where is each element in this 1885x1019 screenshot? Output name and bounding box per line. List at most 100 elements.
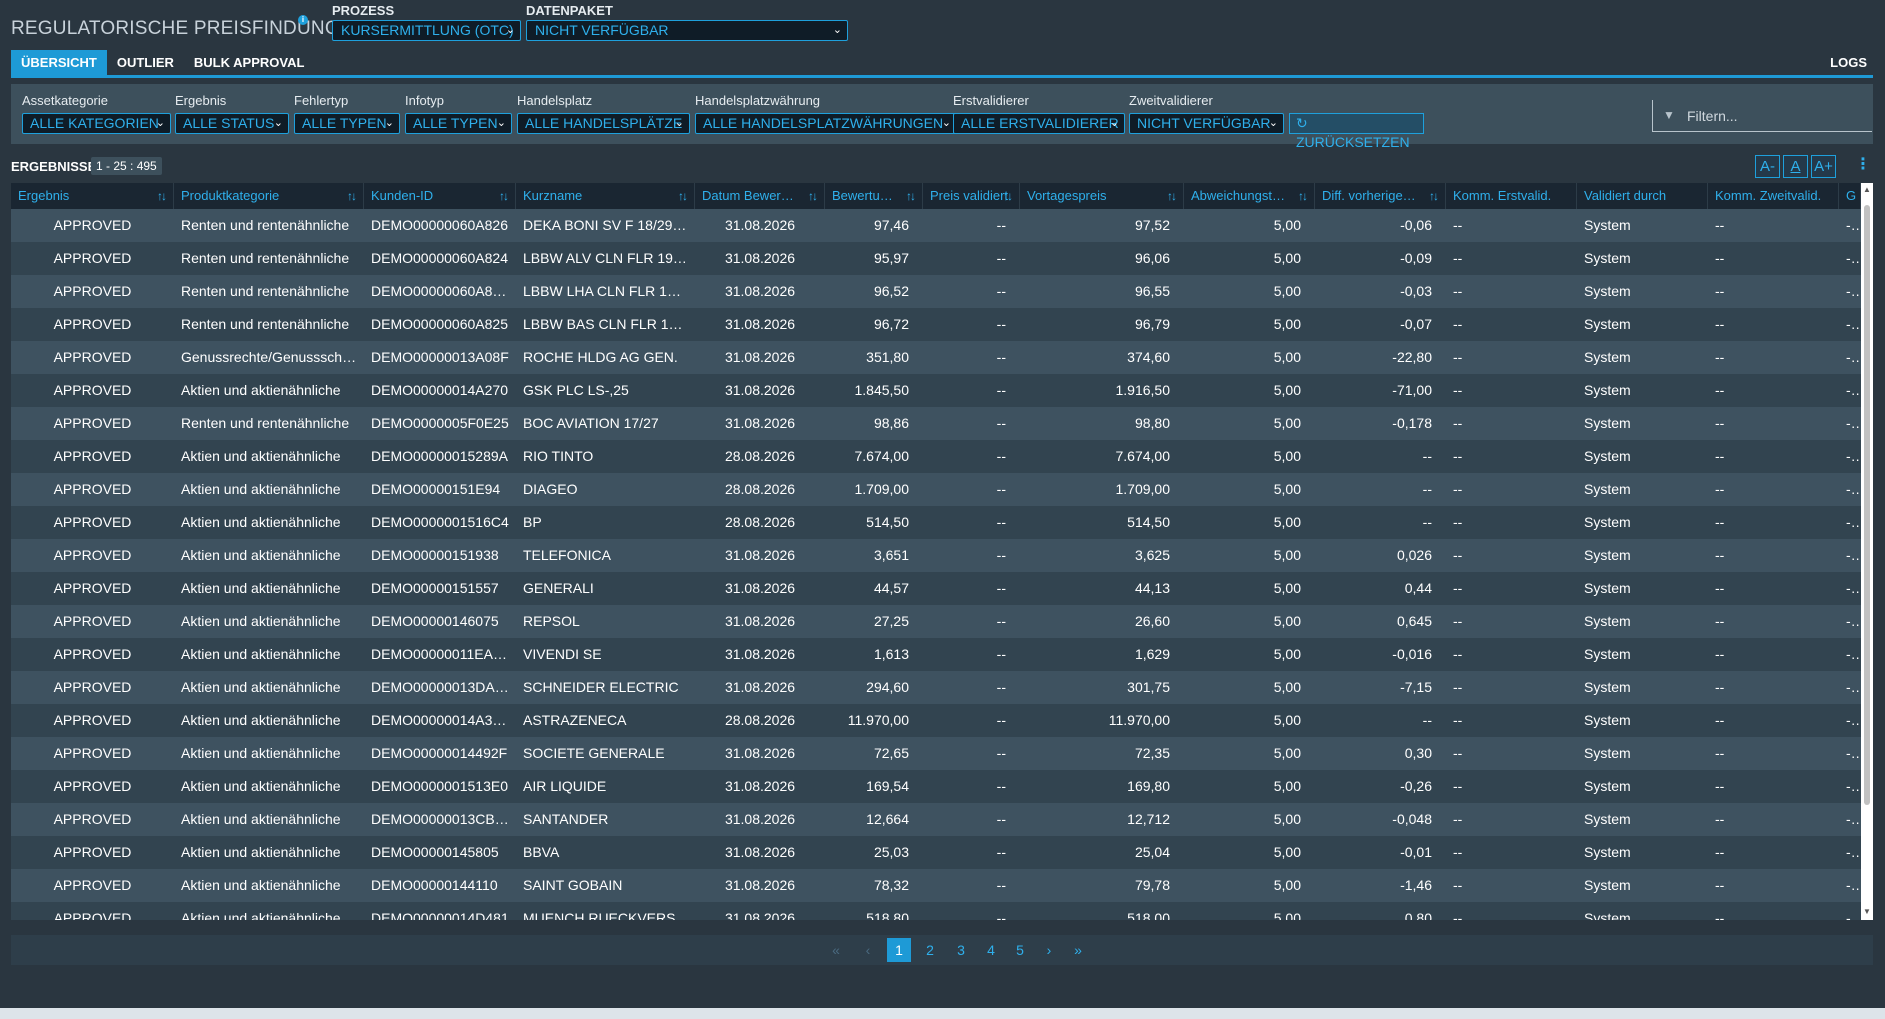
table-row[interactable]: APPROVED Genussrechte/Genusssch… DEMO00000… (11, 341, 1861, 374)
filter-zweitvalidierer-select[interactable]: NICHT VERFÜGBAR ⌄ (1129, 113, 1284, 134)
sort-icon[interactable]: ↑↓ (499, 183, 509, 209)
sort-icon[interactable]: ↑↓ (1429, 183, 1439, 209)
reset-button[interactable]: ↻ ZURÜCKSETZEN (1289, 113, 1424, 150)
vertical-scroll-thumb[interactable] (1864, 205, 1870, 805)
font-decrease-button[interactable]: A- (1755, 155, 1780, 178)
table-cell: Aktien und aktienähnliche (181, 877, 341, 893)
prev-page-button[interactable]: ‹ (856, 938, 880, 962)
last-page-button[interactable]: » (1066, 938, 1090, 962)
tab-uebersicht[interactable]: ÜBERSICHT (11, 50, 107, 75)
scroll-down-icon[interactable]: ▼ (1863, 907, 1871, 916)
logs-link[interactable]: LOGS (1830, 55, 1867, 70)
vertical-scrollbar[interactable]: ▲ ▼ (1861, 183, 1873, 920)
page-1-button[interactable]: 1 (887, 938, 911, 962)
scroll-up-icon[interactable]: ▲ (1863, 185, 1871, 194)
column-header[interactable]: Datum Bewer… ↑↓ (695, 183, 825, 209)
filter-infotyp-select[interactable]: ALLE TYPEN ⌄ (405, 113, 512, 134)
table-row[interactable]: APPROVED Aktien und aktienähnliche DEMO000… (11, 473, 1861, 506)
column-header[interactable]: Komm. Erstvalid. (1446, 183, 1577, 209)
table-row[interactable]: APPROVED Renten und rentenähnliche DEMO000… (11, 308, 1861, 341)
table-cell: -- (1715, 448, 1725, 464)
column-header-label: Diff. vorherige… (1322, 188, 1416, 203)
column-header[interactable]: Kunden-ID ↑↓ (364, 183, 516, 209)
column-header[interactable]: Produktkategorie ↑↓ (174, 183, 364, 209)
table-row[interactable]: APPROVED Renten und rentenähnliche DEMO000… (11, 242, 1861, 275)
table-cell: -- (1422, 481, 1432, 497)
page-4-button[interactable]: 4 (979, 938, 1003, 962)
table-row[interactable]: APPROVED Aktien und aktienähnliche DEMO000… (11, 803, 1861, 836)
column-header[interactable]: Preis validiert ↑↓ (923, 183, 1020, 209)
table-row[interactable]: APPROVED Aktien und aktienähnliche DEMO000… (11, 605, 1861, 638)
reset-label: ZURÜCKSETZEN (1296, 134, 1410, 150)
next-page-button[interactable]: › (1037, 938, 1061, 962)
tab-outlier[interactable]: OUTLIER (107, 50, 184, 75)
table-cell: 25,04 (1134, 844, 1170, 860)
sort-icon[interactable]: ↑↓ (1167, 183, 1177, 209)
table-cell: DEMO00000151E94 (371, 481, 501, 497)
column-header[interactable]: Kurzname ↑↓ (516, 183, 695, 209)
table-cell: 25,03 (873, 844, 909, 860)
kebab-menu-icon[interactable]: ⋮ (1855, 154, 1871, 174)
filter-value: ALLE TYPEN (302, 115, 387, 131)
table-row[interactable]: APPROVED Aktien und aktienähnliche DEMO000… (11, 704, 1861, 737)
table-cell: -- (996, 316, 1006, 332)
column-header[interactable]: Abweichungst… ↑↓ (1184, 183, 1315, 209)
first-page-button[interactable]: « (824, 938, 848, 962)
column-header[interactable]: Ergebnis ↑↓ (11, 183, 174, 209)
column-header-label: G (1846, 188, 1857, 203)
table-filter-input[interactable]: Filtern... (1652, 100, 1872, 132)
table-cell: System (1584, 547, 1631, 563)
filter-erstvalidierer-select[interactable]: ALLE ERSTVALIDIERER ⌄ (953, 113, 1125, 134)
table-cell: -- (1715, 283, 1725, 299)
column-header[interactable]: Bewertu… ↑↓ (825, 183, 923, 209)
sort-icon[interactable]: ↑↓ (808, 183, 818, 209)
sort-icon[interactable]: ↑↓ (678, 183, 688, 209)
table-row[interactable]: APPROVED Aktien und aktienähnliche DEMO000… (11, 770, 1861, 803)
table-cell: -- (1715, 613, 1725, 629)
table-row[interactable]: APPROVED Aktien und aktienähnliche DEMO000… (11, 374, 1861, 407)
sort-icon[interactable]: ↑↓ (906, 183, 916, 209)
filter-handelsplatzwaehrung-select[interactable]: ALLE HANDELSPLATZWÄHRUNGEN ⌄ (695, 113, 957, 134)
table-row[interactable]: APPROVED Aktien und aktienähnliche DEMO000… (11, 869, 1861, 902)
page-3-button[interactable]: 3 (949, 938, 973, 962)
font-increase-button[interactable]: A+ (1811, 155, 1836, 178)
sort-icon[interactable]: ↑↓ (157, 183, 167, 209)
page-2-button[interactable]: 2 (918, 938, 942, 962)
table-cell: APPROVED (53, 349, 132, 365)
table-row[interactable]: APPROVED Aktien und aktienähnliche DEMO000… (11, 902, 1861, 920)
filter-fehlertyp-select[interactable]: ALLE TYPEN ⌄ (294, 113, 400, 134)
table-cell: -- (1846, 877, 1856, 893)
prozess-select[interactable]: KURSERMITTLUNG (OTC) ⌄ (332, 20, 521, 41)
filter-ergebnis-select[interactable]: ALLE STATUS ⌄ (175, 113, 289, 134)
table-row[interactable]: APPROVED Aktien und aktienähnliche DEMO000… (11, 539, 1861, 572)
table-row[interactable]: APPROVED Aktien und aktienähnliche DEMO000… (11, 671, 1861, 704)
table-row[interactable]: APPROVED Renten und rentenähnliche DEMO000… (11, 275, 1861, 308)
table-row[interactable]: APPROVED Aktien und aktienähnliche DEMO000… (11, 506, 1861, 539)
table-row[interactable]: APPROVED Aktien und aktienähnliche DEMO000… (11, 737, 1861, 770)
page-5-button[interactable]: 5 (1008, 938, 1032, 962)
column-header[interactable]: Komm. Zweitvalid. (1708, 183, 1839, 209)
filter-assetkategorie-select[interactable]: ALLE KATEGORIEN ⌄ (22, 113, 171, 134)
sort-icon[interactable]: ↑↓ (347, 183, 357, 209)
table-row[interactable]: APPROVED Aktien und aktienähnliche DEMO000… (11, 638, 1861, 671)
table-row[interactable]: APPROVED Renten und rentenähnliche DEMO000… (11, 407, 1861, 440)
table-row[interactable]: APPROVED Aktien und aktienähnliche DEMO000… (11, 572, 1861, 605)
sort-icon[interactable]: ↑↓ (1003, 183, 1013, 209)
table-cell: -- (1846, 811, 1856, 827)
datenpaket-select[interactable]: NICHT VERFÜGBAR ⌄ (526, 20, 848, 41)
column-header[interactable]: Vortagespreis ↑↓ (1020, 183, 1184, 209)
table-row[interactable]: APPROVED Aktien und aktienähnliche DEMO000… (11, 440, 1861, 473)
filter-handelsplatz-select[interactable]: ALLE HANDELSPLÄTZE ⌄ (517, 113, 690, 134)
sort-icon[interactable]: ↑↓ (1298, 183, 1308, 209)
column-header[interactable]: Diff. vorherige… ↑↓ (1315, 183, 1446, 209)
table-row[interactable]: APPROVED Aktien und aktienähnliche DEMO000… (11, 836, 1861, 869)
font-reset-button[interactable]: A (1783, 155, 1808, 178)
table-cell: TELEFONICA (523, 547, 611, 563)
table-row[interactable]: APPROVED Renten und rentenähnliche DEMO000… (11, 209, 1861, 242)
info-icon[interactable]: i (298, 15, 308, 25)
table-cell: System (1584, 316, 1631, 332)
tab-bulk-approval[interactable]: BULK APPROVAL (184, 50, 315, 75)
table-cell: -- (1453, 217, 1463, 233)
column-header[interactable]: G (1839, 183, 1861, 209)
column-header[interactable]: Validiert durch (1577, 183, 1708, 209)
